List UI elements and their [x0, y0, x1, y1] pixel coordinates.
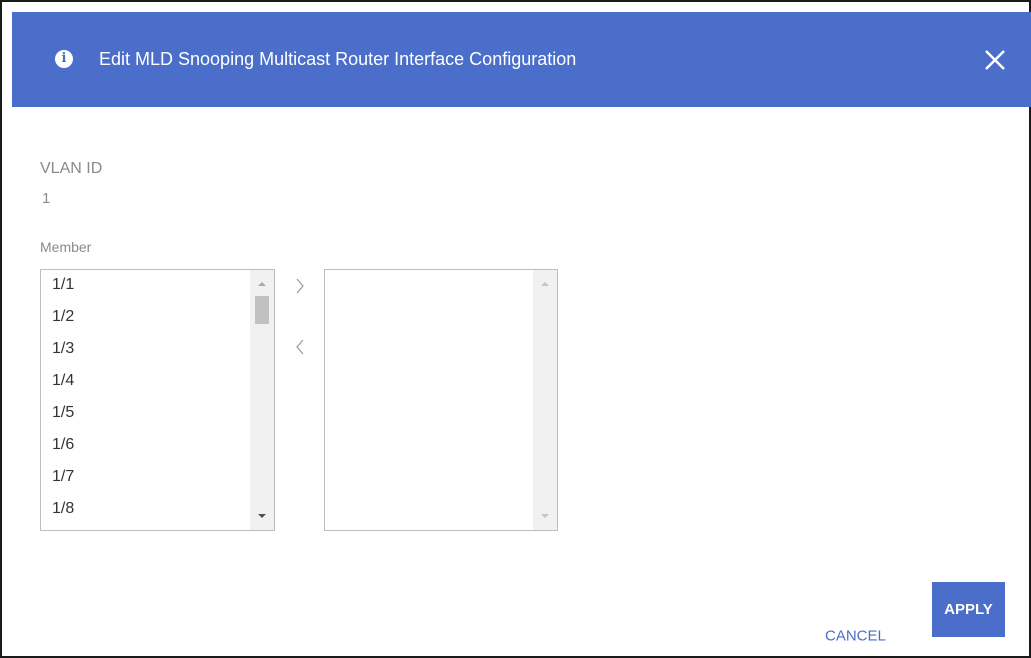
available-list-items: 1/1 1/2 1/3 1/4 1/5 1/6 1/7 1/8 [41, 270, 250, 530]
scroll-up-arrow-icon[interactable] [250, 275, 274, 293]
cancel-button[interactable]: CANCEL [825, 628, 886, 645]
vlan-id-label: VLAN ID [40, 160, 103, 177]
move-right-button[interactable] [290, 274, 310, 298]
close-button[interactable] [982, 47, 1008, 73]
list-item[interactable]: 1/7 [41, 461, 250, 493]
list-item[interactable]: 1/8 [41, 493, 250, 525]
available-list-scrollbar[interactable] [250, 270, 274, 530]
list-item[interactable]: 1/1 [41, 270, 250, 301]
scroll-up-arrow-icon[interactable] [533, 275, 557, 293]
scrollbar-thumb[interactable] [255, 296, 269, 324]
available-members-list[interactable]: 1/1 1/2 1/3 1/4 1/5 1/6 1/7 1/8 [40, 269, 275, 531]
selected-list-scrollbar[interactable] [533, 270, 557, 530]
selected-members-list[interactable] [324, 269, 558, 531]
move-left-button[interactable] [290, 335, 310, 359]
list-item[interactable]: 1/6 [41, 429, 250, 461]
scroll-down-arrow-icon[interactable] [250, 507, 274, 525]
apply-button[interactable]: APPLY [932, 582, 1005, 637]
list-item[interactable]: 1/3 [41, 333, 250, 365]
selected-list-items [325, 270, 533, 530]
dialog-header: i Edit MLD Snooping Multicast Router Int… [12, 12, 1031, 107]
close-icon [985, 50, 1005, 70]
dialog-title: Edit MLD Snooping Multicast Router Inter… [99, 49, 577, 69]
list-item[interactable]: 1/2 [41, 301, 250, 333]
chevron-right-icon [296, 278, 304, 294]
info-icon: i [55, 50, 73, 68]
chevron-left-icon [296, 339, 304, 355]
scroll-down-arrow-icon[interactable] [533, 507, 557, 525]
list-item[interactable]: 1/5 [41, 397, 250, 429]
member-label: Member [40, 239, 92, 255]
dialog: i Edit MLD Snooping Multicast Router Int… [0, 0, 1031, 658]
vlan-id-value: 1 [42, 190, 51, 207]
list-item[interactable]: 1/4 [41, 365, 250, 397]
